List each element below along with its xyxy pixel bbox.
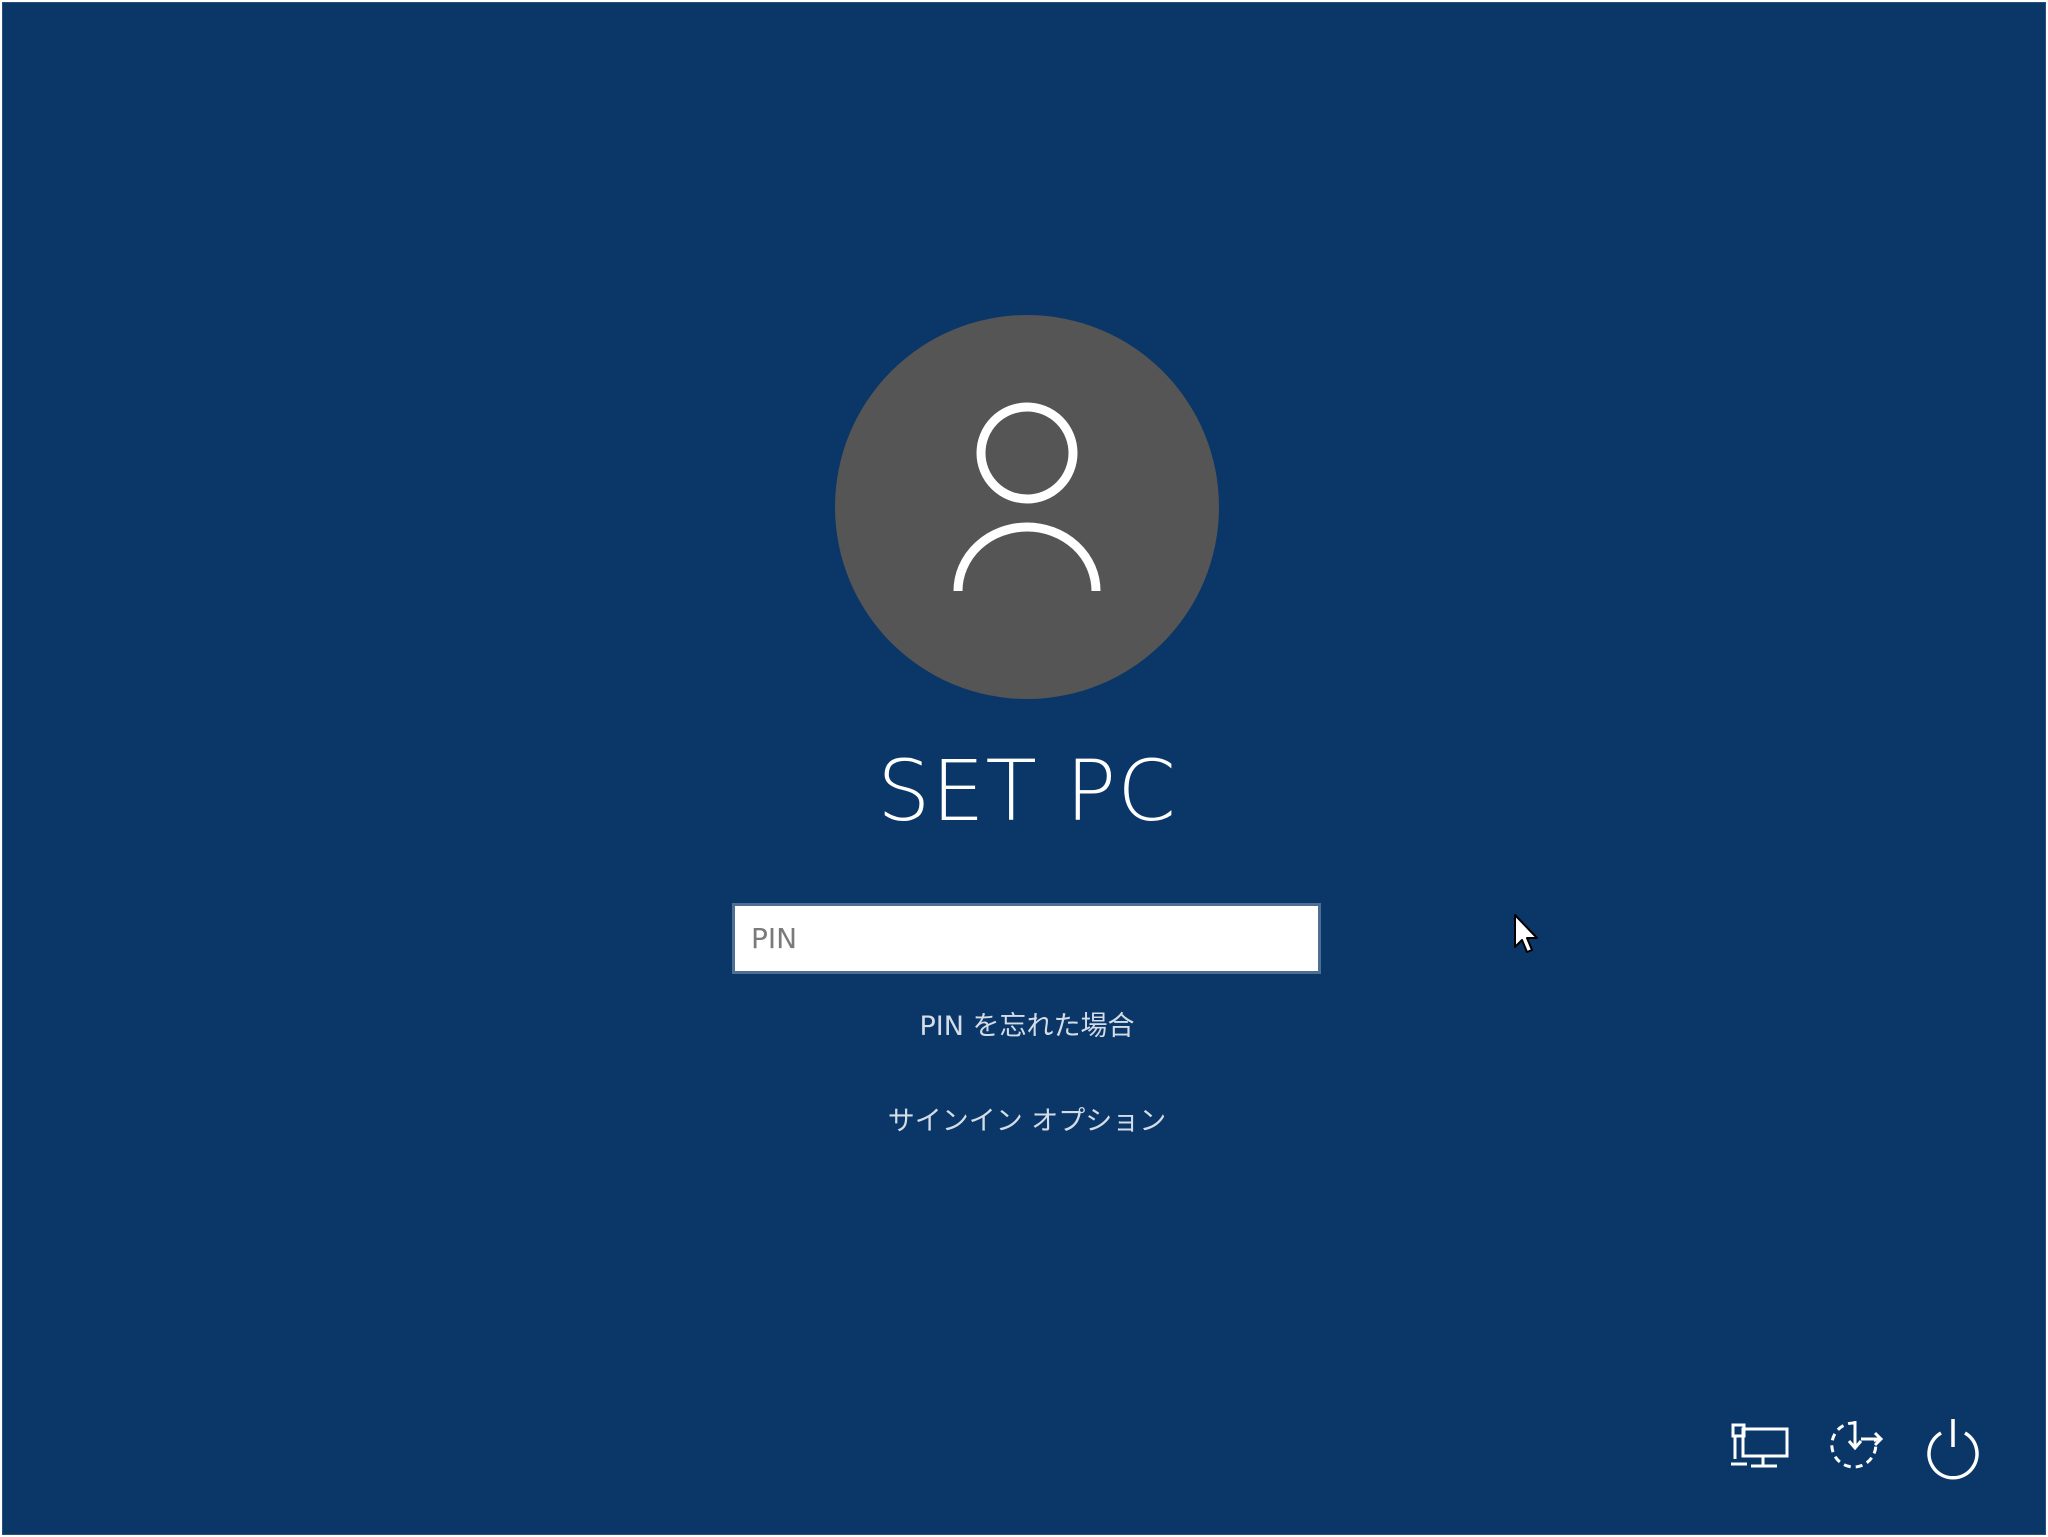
network-icon xyxy=(1731,1423,1789,1468)
forgot-pin-link[interactable]: PIN を忘れた場合 xyxy=(727,1009,1327,1045)
ease-of-access-button[interactable] xyxy=(1817,1409,1893,1485)
pin-input[interactable] xyxy=(732,903,1321,974)
network-button[interactable] xyxy=(1721,1409,1797,1485)
mouse-cursor-icon xyxy=(1514,914,1538,953)
user-avatar xyxy=(835,315,1219,699)
user-name: SET PC xyxy=(877,742,1177,840)
lock-screen: SET PC PIN を忘れた場合 サインイン オプション xyxy=(2,2,2046,1535)
sign-in-options-link[interactable]: サインイン オプション xyxy=(727,1104,1327,1140)
user-silhouette-icon xyxy=(953,402,1101,592)
ease-of-access-icon xyxy=(1830,1421,1884,1469)
power-button[interactable] xyxy=(1915,1409,1991,1485)
power-icon xyxy=(1927,1419,1979,1480)
